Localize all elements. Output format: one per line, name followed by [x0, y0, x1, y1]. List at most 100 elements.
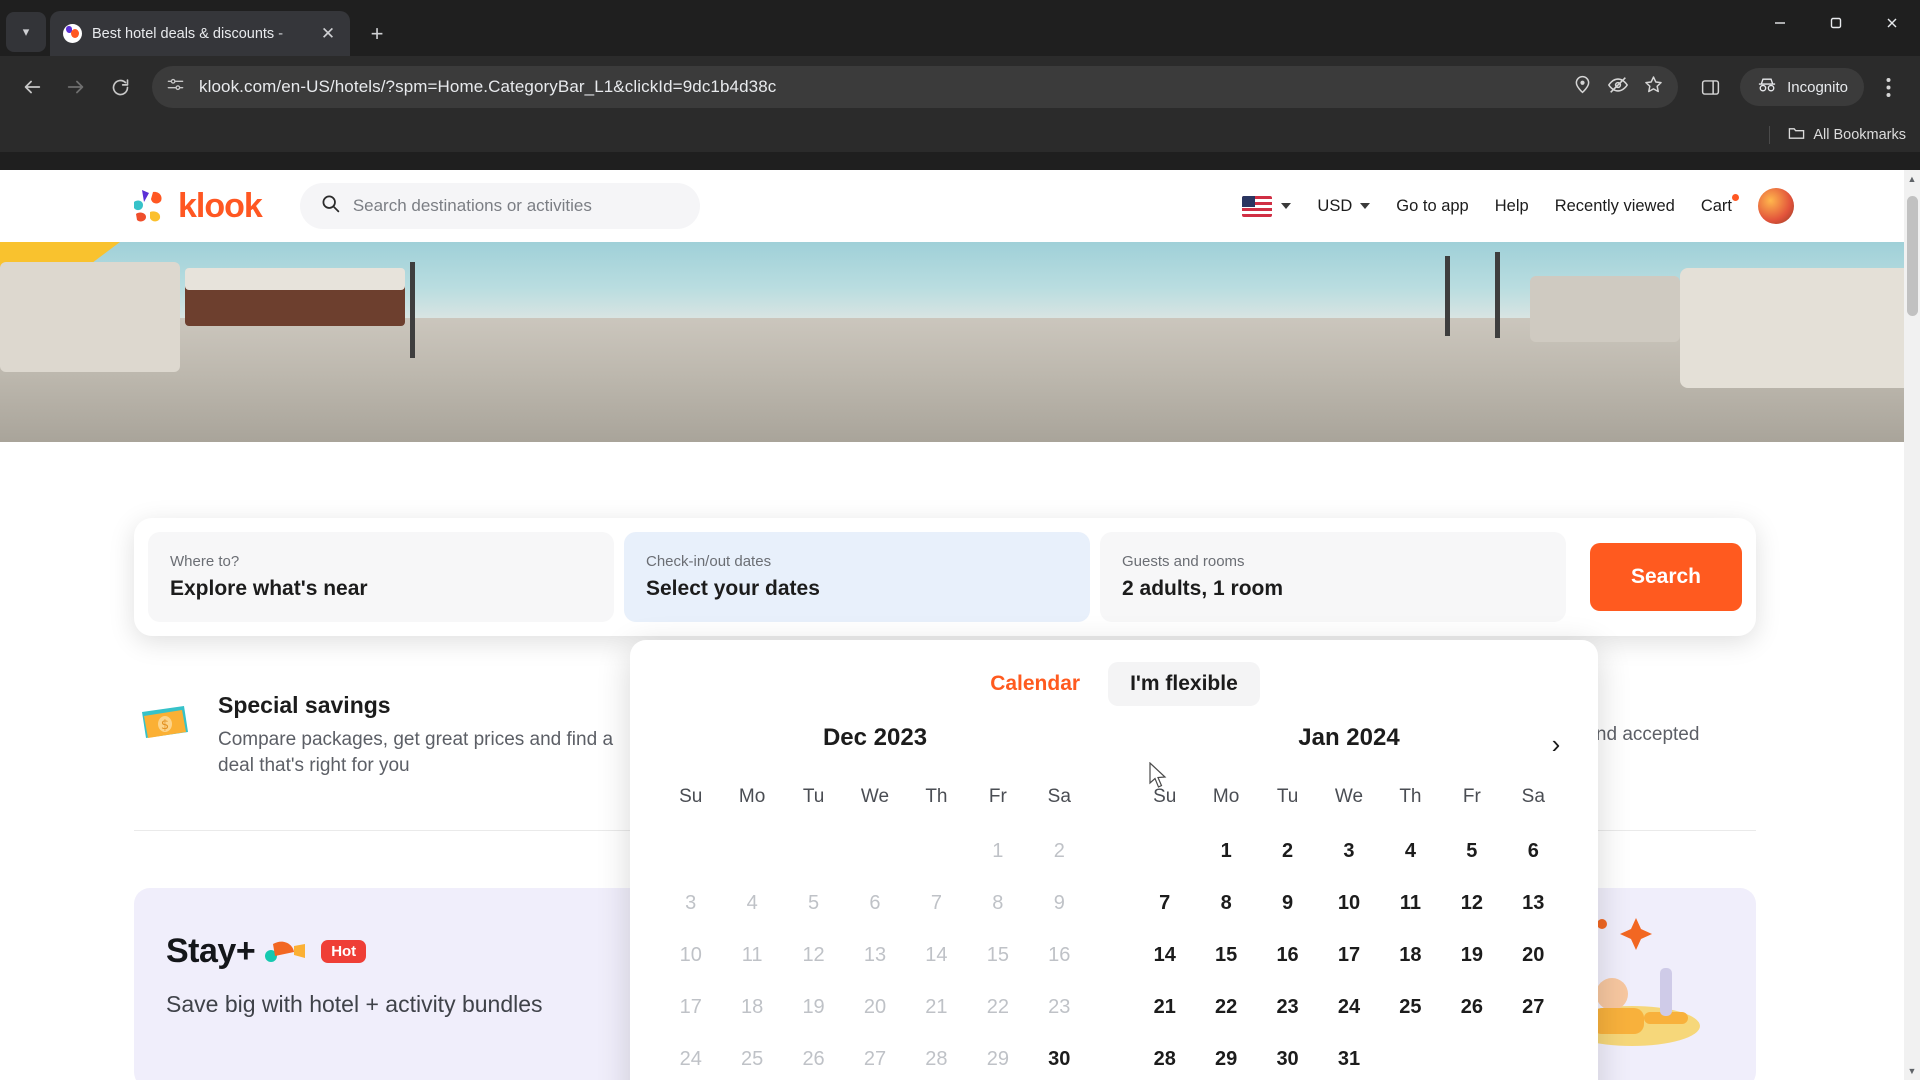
calendar-day-cell[interactable]: 30: [1029, 1044, 1090, 1074]
calendar-day-cell[interactable]: 16: [1257, 940, 1318, 970]
calendar-day-cell[interactable]: 21: [1134, 992, 1195, 1022]
month-grid: SuMoTuWeThFrSa.1234567891011121314151617…: [1134, 786, 1564, 1074]
calendar-day-cell[interactable]: 15: [1195, 940, 1256, 970]
language-selector[interactable]: [1242, 195, 1292, 217]
calendar-day-cell[interactable]: 31: [1318, 1044, 1379, 1074]
calendar-day-cell: 14: [925, 944, 948, 966]
promo-text: Special savings Compare packages, get gr…: [218, 692, 614, 778]
calendar-month-jan: Jan 2024 SuMoTuWeThFrSa.1234567891011121…: [1134, 724, 1564, 1080]
tab-im-flexible[interactable]: I'm flexible: [1108, 662, 1260, 706]
calendar-day-cell[interactable]: 5: [1441, 836, 1502, 866]
calendar-day-cell[interactable]: 28: [1134, 1044, 1195, 1074]
calendar-day-cell: 29: [986, 1048, 1009, 1070]
tab-calendar[interactable]: Calendar: [968, 662, 1102, 706]
calendar-day-cell[interactable]: 22: [1195, 992, 1256, 1022]
calendar-day-cell[interactable]: 10: [1318, 888, 1379, 918]
calendar-day-cell: 6: [869, 892, 881, 914]
close-window-button[interactable]: [1864, 0, 1920, 46]
klook-logo-text: klook: [178, 186, 263, 225]
page-scrollbar[interactable]: ▲ ▼: [1904, 170, 1920, 1080]
guests-field[interactable]: Guests and rooms 2 adults, 1 room: [1100, 532, 1566, 622]
search-icon: [320, 193, 341, 219]
browser-toolbar: klook.com/en-US/hotels/?spm=Home.Categor…: [0, 56, 1920, 118]
maximize-button[interactable]: [1808, 0, 1864, 46]
close-icon[interactable]: ✕: [316, 22, 340, 46]
calendar-day-cell[interactable]: 6: [1503, 836, 1564, 866]
dates-field[interactable]: Check-in/out dates Select your dates: [624, 532, 1090, 622]
calendar-day-cell[interactable]: 18: [1380, 940, 1441, 970]
money-icon: $: [134, 692, 196, 754]
minimize-button[interactable]: [1752, 0, 1808, 46]
browser-tab[interactable]: Best hotel deals & discounts - ✕: [50, 11, 350, 56]
tracking-protection-icon[interactable]: [1607, 74, 1629, 101]
scroll-down-icon[interactable]: ▼: [1907, 1066, 1917, 1076]
calendar-day-cell: 13: [863, 944, 887, 966]
calendar-month-dec: Dec 2023 SuMoTuWeThFrSa.....123456789101…: [660, 724, 1090, 1080]
calendar-day-cell[interactable]: 8: [1195, 888, 1256, 918]
calendar-day-cell[interactable]: 12: [1441, 888, 1502, 918]
avatar[interactable]: [1758, 188, 1794, 224]
calendar-blank-cell: .: [906, 836, 967, 866]
next-month-button[interactable]: ›: [1536, 724, 1576, 764]
calendar-day-cell[interactable]: 3: [1318, 836, 1379, 866]
promo-special-savings: $ Special savings Compare packages, get …: [134, 680, 614, 778]
calendar-day-cell[interactable]: 20: [1503, 940, 1564, 970]
side-panel-icon[interactable]: [1690, 67, 1730, 107]
day-of-week-header: Tu: [1276, 786, 1299, 807]
calendar-day-cell: 1: [992, 840, 1004, 862]
incognito-indicator[interactable]: Incognito: [1740, 68, 1864, 106]
new-tab-button[interactable]: +: [360, 17, 394, 51]
tab-search-button[interactable]: ▾: [6, 12, 46, 52]
calendar-day-cell[interactable]: 26: [1441, 992, 1502, 1022]
forward-icon[interactable]: [56, 67, 96, 107]
incognito-label: Incognito: [1787, 78, 1848, 96]
scrollbar-thumb[interactable]: [1907, 196, 1918, 316]
chrome-menu-icon[interactable]: [1868, 67, 1908, 107]
calendar-blank-cell: .: [1134, 836, 1195, 866]
klook-logo[interactable]: klook: [128, 186, 263, 226]
search-input[interactable]: Search destinations or activities: [299, 183, 700, 229]
calendar-day-cell[interactable]: 2: [1257, 836, 1318, 866]
calendar-day-cell[interactable]: 30: [1257, 1044, 1318, 1074]
nav-go-to-app[interactable]: Go to app: [1396, 197, 1468, 216]
calendar-day-cell[interactable]: 7: [1134, 888, 1195, 918]
location-pin-icon[interactable]: [1572, 74, 1593, 100]
calendar-day-cell[interactable]: 9: [1257, 888, 1318, 918]
back-icon[interactable]: [12, 67, 52, 107]
calendar-day-cell[interactable]: 24: [1318, 992, 1379, 1022]
stayplus-title: Stay+: [166, 932, 256, 970]
calendar-day-cell[interactable]: 25: [1380, 992, 1441, 1022]
calendar-day-cell[interactable]: 23: [1257, 992, 1318, 1022]
nav-recently-viewed[interactable]: Recently viewed: [1555, 197, 1675, 216]
hero-umbrella-leg-3: [1445, 256, 1450, 336]
currency-selector[interactable]: USD: [1317, 197, 1371, 216]
calendar-day-cell[interactable]: 11: [1380, 888, 1441, 918]
calendar-day-cell: 12: [802, 944, 825, 966]
omnibox-actions: [1572, 74, 1664, 101]
stayplus-art-icon: [261, 932, 309, 971]
nav-help[interactable]: Help: [1495, 197, 1529, 216]
calendar-day-cell: 3: [685, 892, 697, 914]
scroll-up-icon[interactable]: ▲: [1907, 174, 1917, 184]
calendar-day-cell[interactable]: 4: [1380, 836, 1441, 866]
address-bar[interactable]: klook.com/en-US/hotels/?spm=Home.Categor…: [152, 66, 1679, 108]
site-settings-icon[interactable]: [166, 75, 185, 99]
hero-banner: [0, 242, 1920, 442]
bookmark-star-icon[interactable]: [1643, 74, 1664, 100]
calendar-day-cell[interactable]: 19: [1441, 940, 1502, 970]
calendar-day-cell[interactable]: 29: [1195, 1044, 1256, 1074]
calendar-day-cell[interactable]: 1: [1195, 836, 1256, 866]
search-button[interactable]: Search: [1590, 543, 1742, 611]
all-bookmarks-button[interactable]: All Bookmarks: [1788, 126, 1906, 145]
reload-icon[interactable]: [100, 67, 140, 107]
nav-cart[interactable]: Cart: [1701, 193, 1739, 216]
destination-field[interactable]: Where to? Explore what's near: [148, 532, 614, 622]
calendar-day-cell[interactable]: 14: [1134, 940, 1195, 970]
calendar-day-cell[interactable]: 17: [1318, 940, 1379, 970]
hero-lounger-right: [1680, 268, 1920, 388]
day-of-week-header: Sa: [1047, 786, 1071, 807]
hot-badge: Hot: [321, 940, 367, 963]
calendar-day-cell[interactable]: 13: [1503, 888, 1564, 918]
calendar-day-cell[interactable]: 27: [1503, 992, 1564, 1022]
calendar-day-cell: 22: [986, 996, 1009, 1018]
